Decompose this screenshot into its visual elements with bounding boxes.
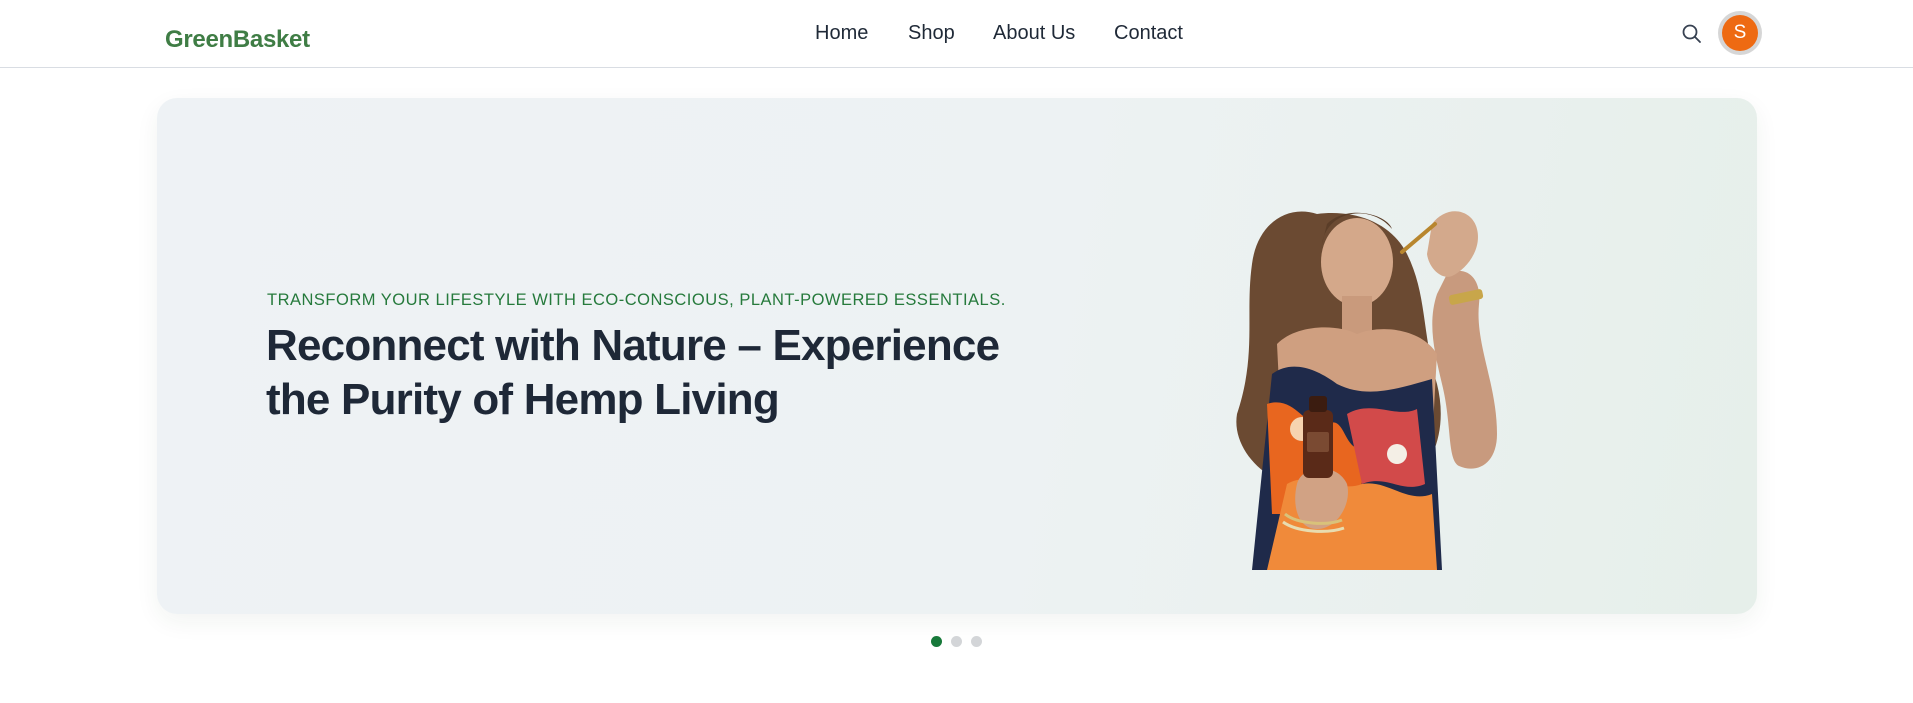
nav-link-about-us[interactable]: About Us — [993, 22, 1075, 45]
hero-image — [1236, 211, 1497, 570]
hero-banner: TRANSFORM YOUR LIFESTYLE WITH ECO-CONSCI… — [157, 98, 1757, 614]
carousel-dot-1[interactable] — [931, 636, 942, 647]
search-icon — [1682, 24, 1701, 43]
carousel-dot-2[interactable] — [951, 636, 962, 647]
user-avatar-button[interactable]: S — [1718, 11, 1762, 55]
logo[interactable]: GreenBasket — [165, 26, 310, 54]
nav-link-home[interactable]: Home — [815, 22, 868, 45]
hero-eyebrow: TRANSFORM YOUR LIFESTYLE WITH ECO-CONSCI… — [267, 291, 1006, 309]
hero-title: Reconnect with Nature – Experience the P… — [266, 321, 1000, 424]
carousel-dot-3[interactable] — [971, 636, 982, 647]
carousel-dots — [0, 636, 1913, 648]
nav-link-contact[interactable]: Contact — [1114, 22, 1183, 45]
top-navbar: GreenBasket Home Shop About Us Contact S — [0, 0, 1913, 68]
search-button[interactable] — [1680, 22, 1704, 46]
avatar: S — [1722, 15, 1758, 51]
nav-link-shop[interactable]: Shop — [908, 22, 955, 45]
